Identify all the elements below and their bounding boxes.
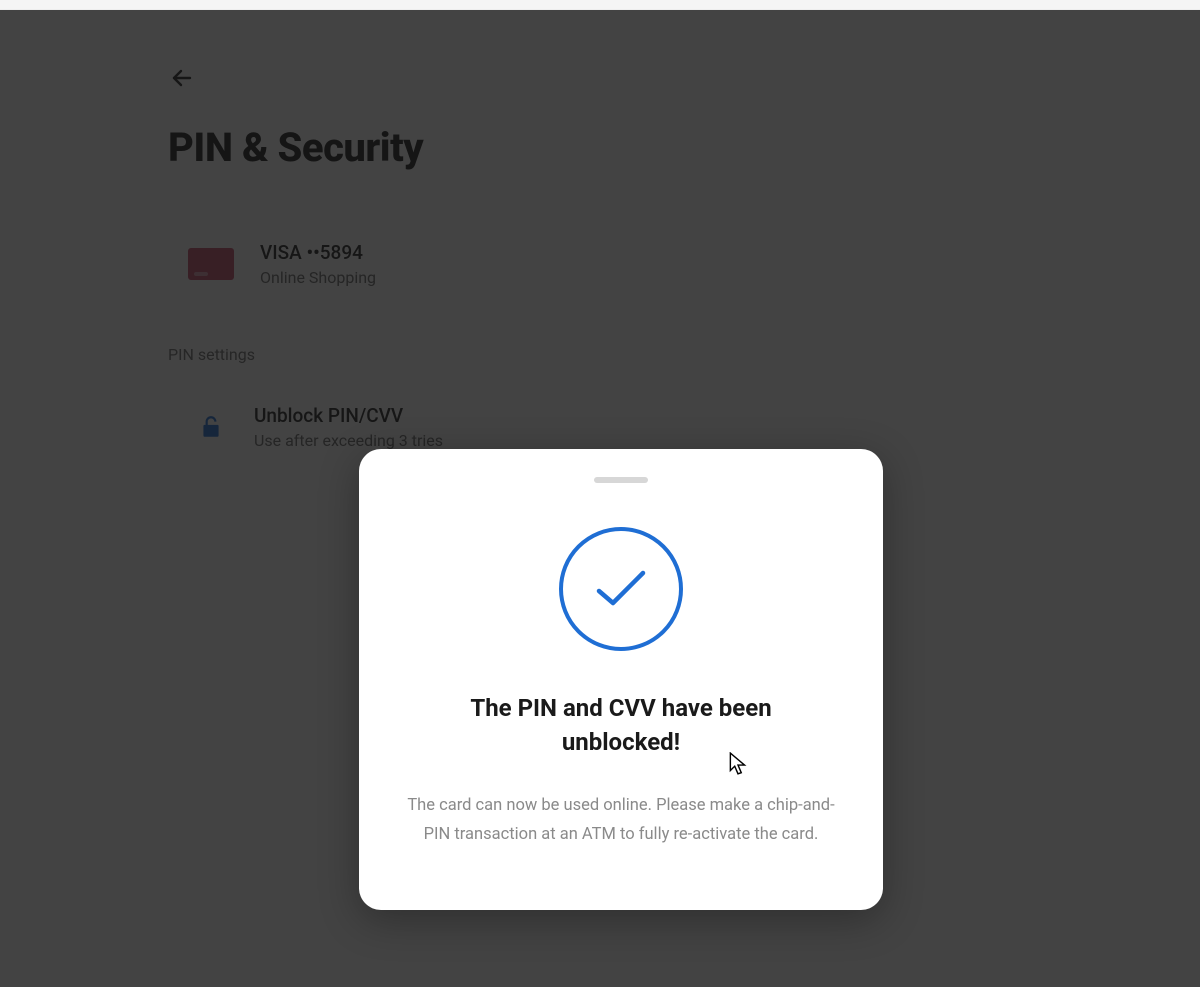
drag-handle[interactable] [594, 477, 648, 483]
success-check-icon [559, 527, 683, 651]
success-modal: The PIN and CVV have been unblocked! The… [359, 449, 883, 910]
window-top-strip [0, 0, 1200, 10]
modal-title: The PIN and CVV have been unblocked! [441, 691, 801, 761]
modal-description: The card can now be used online. Please … [399, 792, 843, 850]
